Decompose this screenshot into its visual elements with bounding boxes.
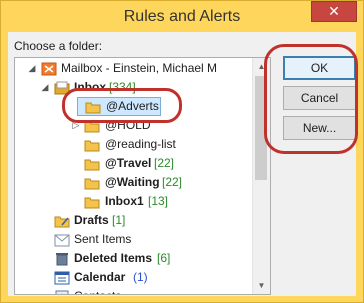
tree-item-hold[interactable]: ▷ @HOLD [15,116,255,135]
folder-tree[interactable]: ◢ Mailbox - Einstein, Michael M ◢ Inbox [14,57,271,295]
tree-item-mailbox[interactable]: ◢ Mailbox - Einstein, Michael M [15,59,255,78]
tree-item-label: @reading-list [105,137,176,151]
tree-item-label: Mailbox - Einstein, Michael M [61,61,218,75]
collapse-arrow-icon[interactable]: ◢ [27,59,37,78]
tree-item-inbox1[interactable]: Inbox1 [13] [15,192,255,211]
tree-item-label: @Adverts [106,99,159,113]
unread-count: [13] [148,194,169,208]
expand-arrow-icon[interactable]: ▷ [71,116,81,135]
tree-item-label: Inbox [74,80,106,94]
folder-icon [85,102,101,114]
trash-icon [56,253,68,266]
unread-count: [22] [154,156,175,170]
drafts-icon [54,216,70,228]
new-button[interactable]: New... [283,116,356,140]
tree-item-label: Calendar [74,270,126,284]
tree-item-waiting[interactable]: @Waiting [22] [15,173,255,192]
tree-item-calendar[interactable]: Calendar (1) [15,268,255,287]
tree-item-travel[interactable]: @Travel [22] [15,154,255,173]
ok-button[interactable]: OK [283,56,356,80]
mailbox-icon [41,62,57,76]
scroll-down-arrow-icon[interactable]: ▼ [253,277,270,294]
scroll-up-arrow-icon[interactable]: ▲ [253,58,270,75]
tree-item-sent-items[interactable]: Sent Items [15,230,255,249]
folder-icon [84,197,100,209]
folder-icon [84,121,100,133]
rules-and-alerts-window: Rules and Alerts ✕ Choose a folder: ◢ Ma… [0,0,364,303]
tree-item-label: @HOLD [105,118,151,132]
tree-item-deleted-items[interactable]: Deleted Items [6] [15,249,255,268]
calendar-icon [54,271,70,285]
tree-item-inbox[interactable]: ◢ Inbox [334] [15,78,255,97]
contacts-icon [55,290,69,294]
tree-item-drafts[interactable]: Drafts [1] [15,211,255,230]
unread-count: [6] [157,251,171,265]
tree-item-reading-list[interactable]: @reading-list [15,135,255,154]
unread-count: (1) [133,270,148,284]
cancel-button[interactable]: Cancel [283,86,356,110]
collapse-arrow-icon[interactable]: ◢ [40,78,50,97]
dialog-body: Choose a folder: ◢ Mailbox - Einstein, M… [8,32,356,296]
inbox-icon [54,81,70,95]
unread-count: [22] [162,175,183,189]
folder-icon [84,159,100,171]
tree-item-label: Drafts [74,213,109,227]
tree-item-contacts[interactable]: Contacts [15,287,255,294]
unread-count: [334] [109,80,136,94]
choose-folder-label: Choose a folder: [14,39,103,53]
folder-icon [84,140,100,152]
tree-item-label: Deleted Items [74,251,153,265]
window-title: Rules and Alerts [123,8,241,25]
tree-item-adverts[interactable]: @Adverts [77,97,161,116]
scroll-thumb[interactable] [255,76,267,180]
folder-icon [84,178,100,190]
tree-item-label: Inbox1 [105,194,144,208]
sent-items-icon [54,234,70,247]
unread-count: [1] [112,213,126,227]
tree-item-label: Contacts [74,287,121,294]
vertical-scrollbar[interactable]: ▲ ▼ [252,58,270,294]
tree-item-label: @Waiting [105,175,160,189]
tree-item-label: Sent Items [74,232,132,246]
tree-item-label: @Travel [105,156,152,170]
close-button[interactable]: ✕ [311,1,357,22]
